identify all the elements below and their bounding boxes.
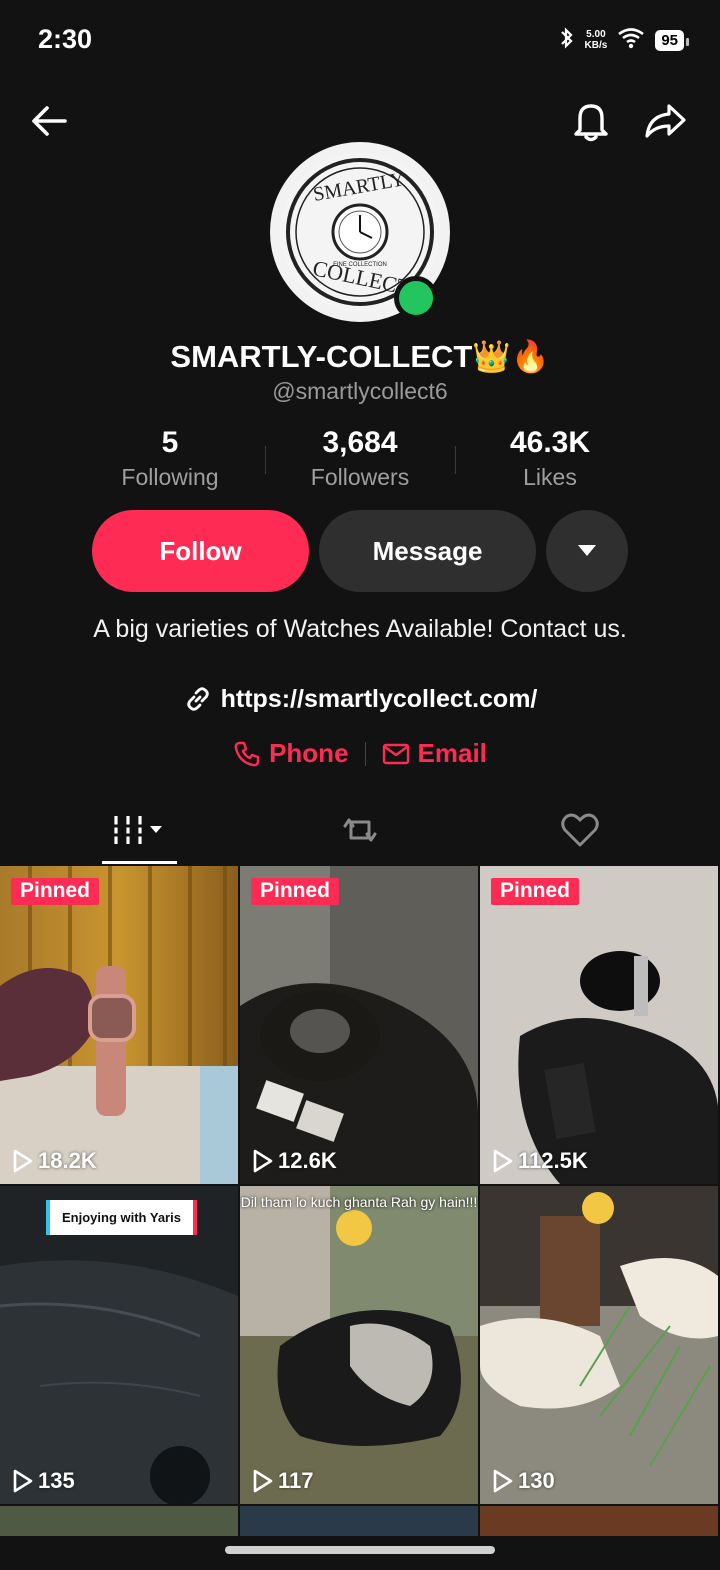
profile-tabs (0, 796, 720, 864)
arrow-left-icon (32, 106, 67, 136)
status-time: 2:30 (38, 24, 93, 54)
video-tile[interactable]: Pinned 12.6K (240, 866, 478, 1184)
video-tile[interactable] (240, 1506, 478, 1536)
share-button[interactable] (642, 98, 688, 144)
bio-link-text: https://smartlycollect.com/ (220, 684, 538, 713)
back-button[interactable] (26, 98, 72, 144)
video-thumbnail (480, 866, 718, 1184)
video-thumbnail (480, 1186, 718, 1504)
tab-liked[interactable] (460, 796, 700, 864)
bluetooth-icon (559, 26, 575, 55)
stat-label: Following (121, 464, 219, 490)
stat-following[interactable]: 5 Following (75, 426, 265, 496)
stat-label: Likes (523, 464, 577, 490)
profile-actions: Follow Message (92, 510, 628, 592)
stat-value: 3,684 (322, 426, 398, 459)
pinned-badge: Pinned (251, 878, 340, 905)
svg-text:FINE COLLECTION: FINE COLLECTION (333, 262, 387, 268)
view-count: 130 (492, 1468, 555, 1494)
play-icon (253, 1469, 273, 1493)
video-thumbnail (240, 866, 478, 1184)
view-count: 12.6K (252, 1148, 337, 1174)
view-count: 135 (12, 1468, 75, 1494)
tab-reposts[interactable] (240, 796, 480, 864)
email-icon (382, 743, 409, 764)
play-icon (253, 1149, 273, 1173)
video-overlay-text: Enjoying with Yaris (46, 1200, 197, 1235)
repost-icon (343, 818, 377, 842)
view-count: 112.5K (492, 1148, 588, 1174)
tab-videos[interactable] (20, 796, 260, 864)
view-count: 117 (252, 1468, 314, 1494)
more-options-button[interactable] (546, 510, 628, 592)
wifi-icon (617, 27, 645, 54)
online-status-dot (394, 276, 438, 320)
stat-followers[interactable]: 3,684 Followers (265, 426, 455, 496)
video-tile[interactable]: Enjoying with Yaris 135 (0, 1186, 238, 1504)
video-tile[interactable]: 130 (480, 1186, 718, 1504)
network-speed: 5.00 KB/s (584, 29, 608, 51)
caret-down-icon (578, 545, 596, 556)
video-grid: Pinned 18.2K Pinned 12.6K Pinned 112.5K … (0, 866, 720, 1536)
bio-link[interactable]: https://smartlycollect.com/ (0, 684, 720, 714)
status-bar: 2:30 5.00 KB/s 95 (0, 0, 720, 80)
email-label: Email (417, 738, 487, 768)
video-tile[interactable]: Pinned 112.5K (480, 866, 718, 1184)
active-tab-indicator (102, 861, 177, 864)
status-icons: 5.00 KB/s 95 (559, 24, 689, 56)
video-thumbnail (0, 866, 238, 1184)
profile-avatar[interactable]: SMARTLY COLLECT FINE COLLECTION (270, 142, 450, 322)
stat-value: 46.3K (509, 426, 591, 459)
pinned-badge: Pinned (491, 878, 580, 905)
play-icon (493, 1469, 513, 1493)
videos-grid-icon (112, 816, 162, 844)
profile-handle: @smartlycollect6 (272, 378, 448, 404)
follow-button[interactable]: Follow (92, 510, 309, 592)
video-tile[interactable] (0, 1506, 238, 1536)
top-nav (0, 90, 720, 150)
bell-icon (574, 104, 608, 142)
profile-stats: 5 Following 3,684 Followers 46.3K Likes (75, 426, 645, 496)
play-icon (493, 1149, 513, 1173)
video-tile[interactable] (480, 1506, 718, 1536)
view-count: 18.2K (12, 1148, 97, 1174)
play-icon (13, 1469, 33, 1493)
link-icon (186, 687, 209, 711)
video-tile[interactable]: Dil tham lo kuch ghanta Rah gy hain!!! 1… (240, 1186, 478, 1504)
stat-value: 5 (161, 426, 179, 459)
home-indicator[interactable] (225, 1546, 495, 1554)
pinned-badge: Pinned (11, 878, 100, 905)
video-thumbnail (240, 1186, 478, 1504)
divider (364, 741, 366, 766)
play-icon (13, 1149, 33, 1173)
profile-bio: A big varieties of Watches Available! Co… (93, 615, 627, 643)
contact-row: Phone Email (0, 738, 720, 769)
phone-icon (234, 741, 260, 766)
video-tile[interactable]: Pinned 18.2K (0, 866, 238, 1184)
share-icon (645, 104, 686, 138)
profile-display-name: SMARTLY-COLLECT👑🔥 (170, 339, 550, 374)
email-button[interactable]: Email (382, 738, 487, 769)
message-button[interactable]: Message (319, 510, 536, 592)
battery-indicator: 95 (655, 29, 689, 51)
heart-icon (561, 813, 599, 847)
stat-likes[interactable]: 46.3K Likes (455, 426, 645, 496)
phone-button[interactable]: Phone (233, 738, 349, 769)
notification-button[interactable] (568, 98, 614, 144)
phone-label: Phone (269, 738, 349, 768)
stat-label: Followers (310, 464, 410, 490)
video-caption: Dil tham lo kuch ghanta Rah gy hain!!! (240, 1194, 478, 1210)
